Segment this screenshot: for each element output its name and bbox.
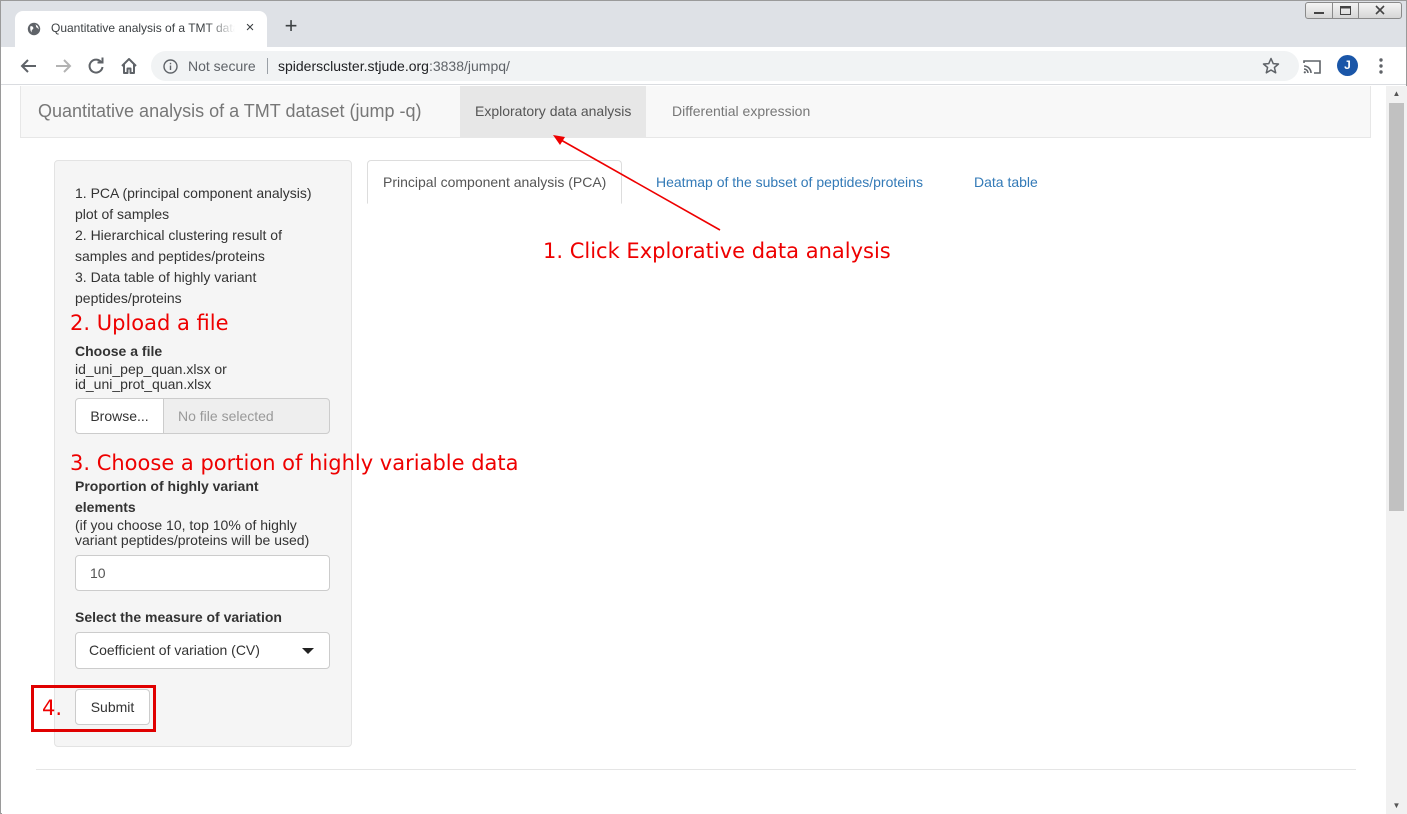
annotation-highlight-box: [31, 685, 156, 732]
minimize-icon[interactable]: [1305, 2, 1333, 19]
info-icon[interactable]: [163, 59, 178, 74]
sidebar-description: 1. PCA (principal component analysis) pl…: [75, 183, 343, 309]
proportion-input[interactable]: 10: [75, 555, 330, 591]
annotation-step-2: 2. Upload a file: [70, 311, 229, 335]
nav-exploratory[interactable]: Exploratory data analysis: [460, 86, 647, 137]
file-input-group: Browse... No file selected: [75, 398, 330, 434]
desc-line: plot of samples: [75, 206, 170, 222]
page-scrollbar[interactable]: ▲ ▼: [1386, 86, 1407, 814]
annotation-step-3: 3. Choose a portion of highly variable d…: [70, 451, 519, 475]
security-label: Not secure: [188, 58, 256, 74]
file-name-field[interactable]: No file selected: [163, 398, 330, 434]
maximize-icon[interactable]: [1332, 2, 1359, 19]
desc-line: 1. PCA (principal component analysis): [75, 185, 312, 201]
browser-toolbar: Not secure spiderscluster.stjude.org:383…: [1, 47, 1406, 85]
tab-heatmap[interactable]: Heatmap of the subset of peptides/protei…: [641, 160, 938, 204]
scroll-up-icon[interactable]: ▲: [1386, 86, 1407, 102]
avatar[interactable]: J: [1337, 55, 1358, 76]
tab-strip: Quantitative analysis of a TMT dataset (…: [1, 1, 1406, 47]
plus-icon[interactable]: +: [280, 15, 302, 37]
page-viewport: Quantitative analysis of a TMT dataset (…: [2, 86, 1386, 814]
app-title: Quantitative analysis of a TMT dataset (…: [38, 101, 422, 121]
proportion-hint: (if you choose 10, top 10% of highly: [75, 517, 297, 533]
forward-icon[interactable]: [52, 55, 74, 77]
scroll-down-icon[interactable]: ▼: [1386, 798, 1407, 814]
desc-line: 2. Hierarchical clustering result of: [75, 227, 282, 243]
url-path: :3838/jumpq/: [428, 58, 510, 74]
close-icon[interactable]: ×: [241, 19, 259, 37]
tab-title: Quantitative analysis of a TMT dataset (…: [51, 21, 235, 35]
menu-icon[interactable]: [1370, 55, 1392, 77]
globe-icon: [27, 22, 41, 36]
file-label: Choose a file: [75, 343, 163, 359]
proportion-label: Proportion of highly variant: [75, 478, 259, 494]
annotation-step-1: 1. Click Explorative data analysis: [543, 239, 891, 263]
back-icon[interactable]: [18, 55, 40, 77]
measure-label: Select the measure of variation: [75, 609, 282, 625]
url-text[interactable]: spiderscluster.stjude.org:3838/jumpq/: [278, 58, 510, 74]
home-icon[interactable]: [118, 55, 140, 77]
scroll-thumb[interactable]: [1389, 103, 1404, 511]
tab-data-table[interactable]: Data table: [959, 160, 1053, 204]
window-close-icon[interactable]: [1358, 2, 1402, 19]
divider: [36, 769, 1356, 770]
desc-line: 3. Data table of highly variant: [75, 269, 257, 285]
tab-pca[interactable]: Principal component analysis (PCA): [367, 160, 623, 204]
desc-line: samples and peptides/proteins: [75, 248, 265, 264]
measure-select-value: Coefficient of variation (CV): [89, 642, 260, 658]
browser-tab[interactable]: Quantitative analysis of a TMT dataset (…: [15, 11, 267, 47]
measure-select[interactable]: Coefficient of variation (CV): [75, 632, 330, 669]
browse-button[interactable]: Browse...: [75, 398, 164, 434]
address-bar[interactable]: Not secure spiderscluster.stjude.org:383…: [151, 51, 1299, 81]
reload-icon[interactable]: [85, 55, 107, 77]
file-hint: id_uni_prot_quan.xlsx: [75, 376, 212, 392]
star-icon[interactable]: [1261, 56, 1281, 76]
separator: [267, 58, 268, 74]
app-navbar: Quantitative analysis of a TMT dataset (…: [20, 86, 1371, 138]
proportion-hint: variant peptides/proteins will be used): [75, 532, 310, 548]
proportion-label: elements: [75, 499, 136, 515]
chevron-down-icon: [302, 648, 314, 654]
desc-line: peptides/proteins: [75, 290, 182, 306]
cast-icon[interactable]: [1301, 56, 1323, 78]
nav-differential[interactable]: Differential expression: [657, 86, 825, 137]
browser-window: Quantitative analysis of a TMT dataset (…: [0, 0, 1407, 814]
url-host: spiderscluster.stjude.org: [278, 58, 429, 74]
file-hint: id_uni_pep_quan.xlsx or: [75, 361, 227, 377]
